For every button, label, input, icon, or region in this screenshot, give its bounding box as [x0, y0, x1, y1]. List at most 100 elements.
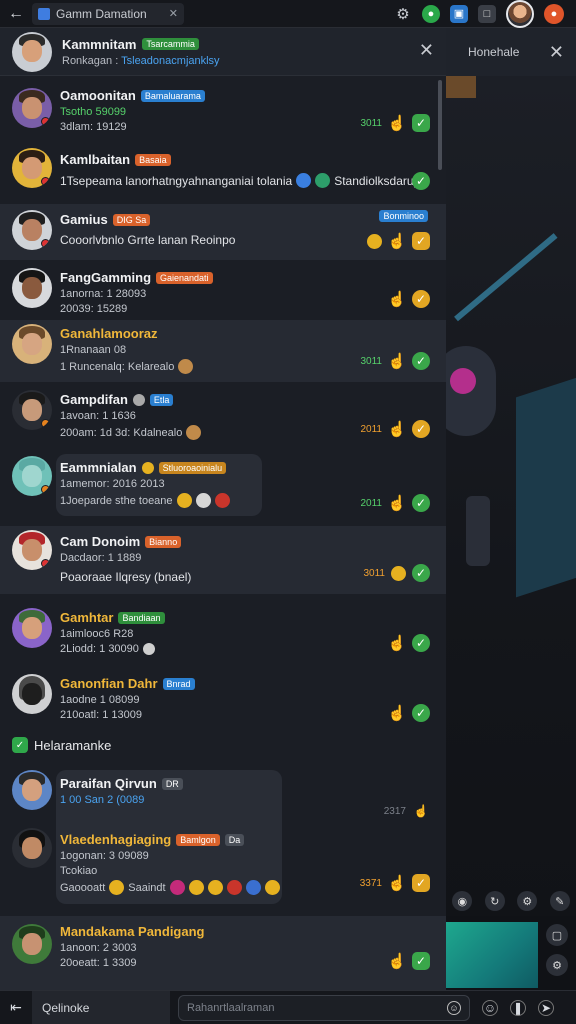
list-item[interactable]: Eammnialan Stluoroaoinialu 1amemor: 2016 … — [0, 452, 446, 524]
row-name: Gamhtar — [60, 610, 114, 625]
send-icon[interactable]: ➤ — [538, 999, 554, 1016]
row-line: Tcokiao — [60, 865, 98, 877]
row-badge: Stluoroaoinialu — [158, 461, 227, 474]
like-icon[interactable]: ☝ — [388, 352, 407, 370]
like-icon[interactable]: ☝ — [388, 874, 407, 892]
check-icon[interactable]: ✓ — [412, 874, 430, 892]
edit-icon[interactable]: ✎ — [549, 891, 570, 911]
globe-icon[interactable]: ◉ — [452, 891, 473, 911]
list-item[interactable]: Vlaedenhagiaging Bamlgon Da 1ogonan: 3 090… — [0, 824, 446, 908]
header-sub-link[interactable]: Tsleadonacmjanklsy — [121, 55, 219, 67]
user-avatar[interactable] — [506, 0, 534, 28]
blue-app-icon[interactable]: ▣ — [450, 4, 468, 23]
row-line: 1 00 San 2 (0089 — [60, 794, 145, 806]
orange-app-icon[interactable]: ● — [544, 3, 564, 24]
row-line: 1anoon: 2 3003 — [60, 942, 137, 954]
avatar — [12, 530, 52, 570]
check-icon[interactable]: ✓ — [412, 290, 430, 308]
fullscreen-icon[interactable]: ▢ — [546, 924, 568, 946]
check-icon[interactable]: ✓ — [412, 704, 430, 722]
row-time: 2011 — [360, 497, 382, 509]
refresh-icon[interactable]: ↻ — [484, 891, 505, 911]
row-name: Oamoonitan — [60, 88, 136, 103]
close-icon[interactable]: ✕ — [419, 40, 434, 61]
row-badge: Bamaluarama — [140, 89, 205, 102]
row-name: Eammnialan — [60, 460, 137, 475]
list-item[interactable]: Gamius DIG Sa Cooorlvbnlo Grrte lanan Reo… — [0, 204, 446, 260]
row-name: Paraifan Qirvun — [60, 776, 157, 791]
settings-icon[interactable]: ⚙ — [517, 891, 538, 911]
like-icon[interactable]: ☝ — [388, 290, 407, 308]
emoji-icon[interactable] — [367, 233, 382, 249]
options-icon[interactable]: ⚙ — [546, 954, 568, 976]
emoji-icon[interactable]: ☺ — [447, 1000, 461, 1015]
list-item[interactable]: FangGamming Gaienandati 1anorna: 1 28093 … — [0, 264, 446, 320]
check-icon[interactable]: ✓ — [412, 352, 430, 370]
emoji-icon — [245, 880, 261, 895]
emoji-icon — [264, 880, 280, 895]
avatar — [12, 770, 52, 810]
check-icon[interactable]: ✓ — [412, 634, 430, 652]
emoji-icon — [226, 880, 242, 895]
check-icon[interactable]: ✓ — [412, 172, 430, 190]
row-line: 20oeatt: 1 3309 — [60, 957, 137, 969]
header-sub-label: Ronkagan : — [62, 54, 119, 67]
list-item[interactable]: Ganahlamooraz 1Rnanaan 08 1 Runcenalq: K… — [0, 320, 446, 382]
check-icon[interactable]: ✓ — [412, 420, 430, 438]
avatar — [12, 828, 52, 868]
message-input[interactable]: Rahanrtlaalraman ☺ — [178, 994, 470, 1021]
row-time: 3011 — [360, 117, 382, 129]
like-icon[interactable]: ☝ — [412, 802, 430, 820]
avatar[interactable] — [12, 31, 52, 72]
check-icon[interactable]: ✓ — [412, 232, 430, 250]
gear-icon[interactable]: ⚙ — [394, 5, 412, 23]
row-line: 1 Runcenalq: Kelarealo — [60, 360, 175, 373]
close-icon[interactable]: ✕ — [549, 42, 564, 63]
list-item[interactable]: Paraifan Qirvun DR 1 00 San 2 (0089 2317 … — [0, 768, 446, 820]
list-item[interactable]: Gamhtar Bandiaan 1aimlooc6 R28 2Liodd: 1 … — [0, 602, 446, 664]
check-icon[interactable]: ✓ — [412, 952, 430, 970]
doc-icon[interactable]: □ — [478, 4, 496, 23]
row-time: 3371 — [359, 877, 382, 889]
emoji-icon — [169, 880, 185, 895]
row-line: 1aodne 1 08099 — [60, 694, 140, 706]
tab-close-icon[interactable]: ✕ — [169, 7, 178, 20]
list-item[interactable]: Mandakama Pandigang 1anoon: 2 3003 20oea… — [0, 916, 446, 990]
check-icon[interactable]: ✓ — [412, 494, 430, 512]
list-item[interactable]: Gampdifan Etla 1avoan: 1 1636 200am: 1d 3… — [0, 384, 446, 446]
like-icon[interactable]: ☝ — [388, 952, 407, 970]
avatar — [12, 148, 52, 188]
emoji-icon — [176, 493, 192, 508]
verified-icon — [296, 173, 312, 188]
smiley-icon[interactable]: ☺ — [482, 999, 498, 1016]
like-icon[interactable]: ☝ — [388, 704, 407, 722]
channel-chip[interactable]: Qelinoke — [32, 990, 170, 1024]
back-arrow-icon[interactable]: ← — [0, 5, 32, 23]
pause-icon[interactable]: ❚ — [510, 999, 526, 1016]
like-icon[interactable]: ☝ — [388, 634, 407, 652]
row-line: 1anorna: 1 28093 — [60, 288, 147, 300]
side-panel-title: Honehale — [468, 45, 520, 59]
row-badge: Bandiaan — [118, 611, 165, 624]
row-line: Dacdaor: 1 1889 — [60, 552, 142, 564]
emoji-icon — [109, 880, 125, 895]
green-app-icon[interactable]: ● — [422, 4, 440, 23]
message-input-placeholder: Rahanrtlaalraman — [187, 1001, 275, 1014]
media-thumbnail[interactable] — [446, 922, 538, 988]
check-icon[interactable]: ✓ — [412, 114, 430, 132]
browser-tab[interactable]: Gamm Damation ✕ — [32, 2, 184, 25]
panel-header: Kammnitam Tsarcammia Ronkagan : Tsleadon… — [0, 28, 446, 76]
like-icon[interactable]: ☝ — [388, 494, 407, 512]
row-time: 3011 — [363, 567, 385, 579]
like-icon[interactable]: ☝ — [388, 232, 407, 250]
row-name: Gampdifan — [60, 392, 128, 407]
list-item[interactable]: Oamoonitan Bamaluarama Tsotho 59099 3dlam… — [0, 80, 446, 142]
like-icon[interactable]: ☝ — [388, 114, 407, 132]
list-item[interactable]: Ganonfian Dahr Bnrad 1aodne 1 08099 210oa… — [0, 668, 446, 734]
emoji-icon[interactable] — [391, 565, 406, 581]
like-icon[interactable]: ☝ — [388, 420, 407, 438]
list-item[interactable]: Cam Donoim Bianno Dacdaor: 1 1889 Poaoraa… — [0, 526, 446, 594]
sidebar-toggle-icon[interactable]: ⇤ — [0, 999, 32, 1016]
check-icon[interactable]: ✓ — [412, 564, 430, 582]
list-item[interactable]: Kamlbaitan Basaia 1Tsepeama lanorhatngyah… — [0, 142, 446, 202]
